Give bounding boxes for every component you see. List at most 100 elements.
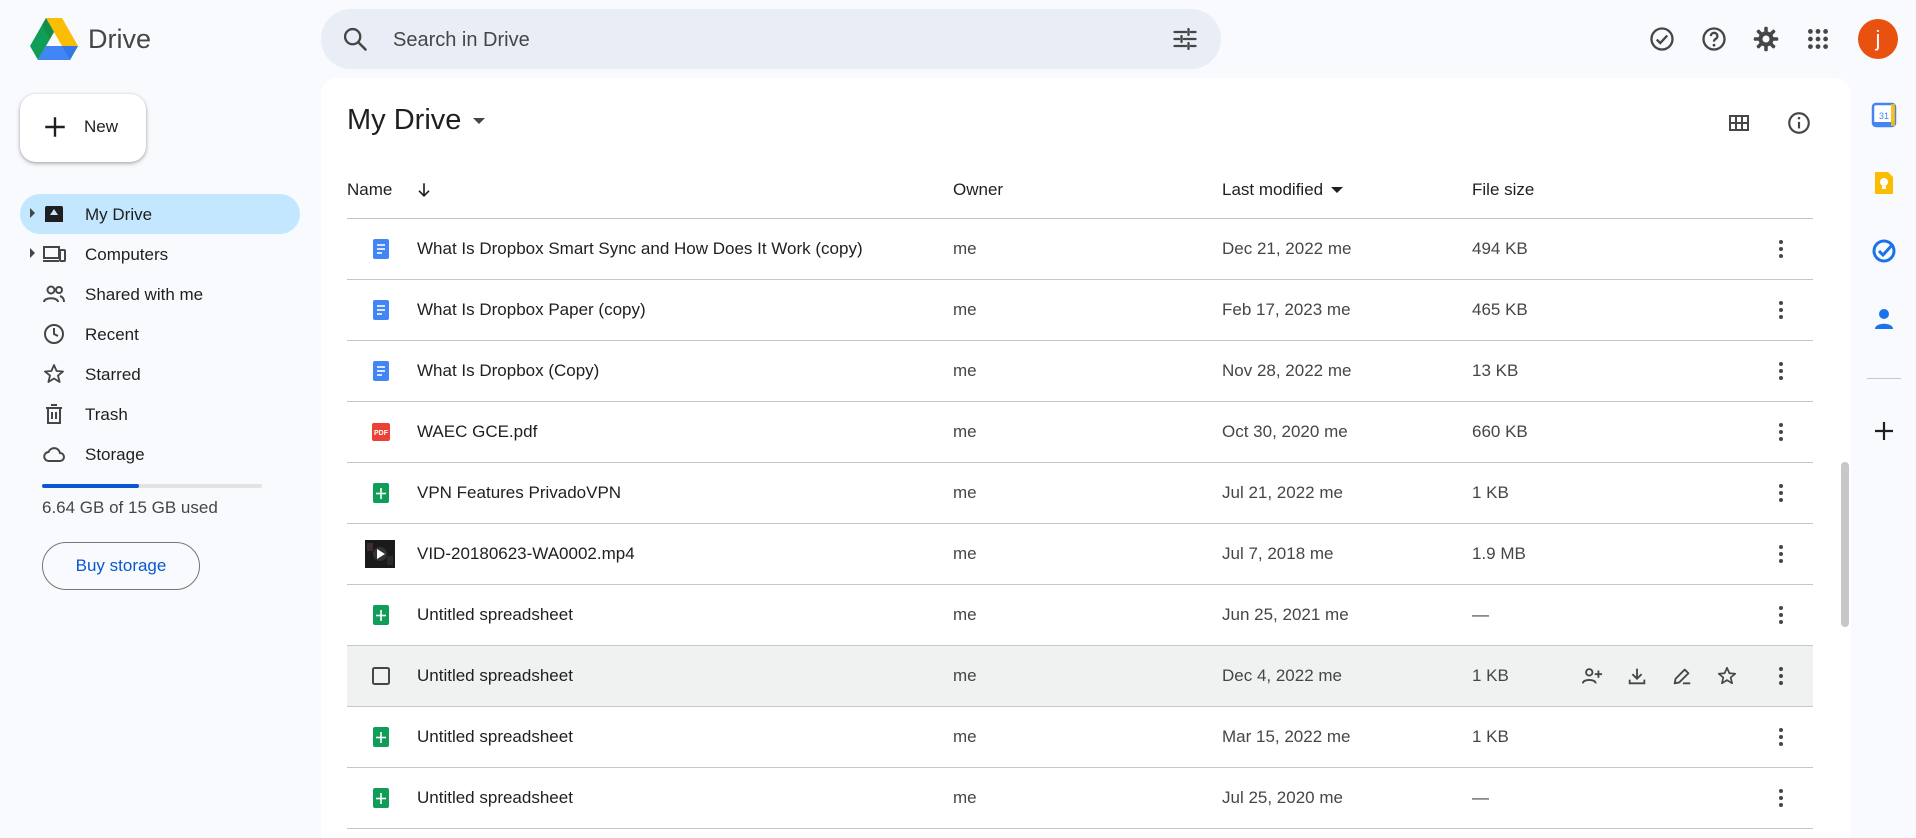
file-last-modified: Jul 7, 2018 me	[1222, 544, 1334, 563]
tasks-icon[interactable]	[1871, 238, 1897, 264]
sidebar-item-my-drive[interactable]: My Drive	[20, 194, 300, 234]
more-vert-icon[interactable]	[1769, 298, 1793, 322]
file-size: 1.9 MB	[1472, 544, 1526, 563]
share-button[interactable]	[1569, 664, 1614, 688]
drive-logo[interactable]: Drive	[30, 18, 151, 60]
offline-ready-button[interactable]	[1636, 14, 1688, 64]
table-row[interactable]: PDF WAEC GCE.pdf me Oct 30, 2020 me 660 KB	[347, 402, 1813, 463]
sidebar-item-starred[interactable]: Starred	[20, 354, 300, 394]
apps-grid-icon	[1808, 29, 1828, 49]
table-row[interactable]: Untitled spreadsheet me Mar 15, 2022 me 1 K…	[347, 707, 1813, 768]
google-docs-icon	[373, 300, 389, 320]
column-name[interactable]: Name	[347, 180, 434, 200]
download-button[interactable]	[1614, 664, 1659, 688]
main-panel: My Drive Name Owner Last modified File s…	[321, 78, 1851, 838]
file-owner: me	[953, 483, 977, 502]
add-to-starred-button[interactable]	[1704, 664, 1749, 688]
search-icon[interactable]	[341, 25, 369, 53]
svg-text:31: 31	[1879, 111, 1889, 121]
file-owner: me	[953, 422, 977, 441]
google-docs-icon	[373, 239, 389, 259]
plus-icon	[45, 117, 65, 137]
details-button[interactable]	[1769, 98, 1829, 148]
sidebar-item-trash[interactable]: Trash	[20, 394, 300, 434]
expand-caret-icon[interactable]	[30, 248, 35, 258]
rename-button[interactable]	[1659, 664, 1704, 688]
more-vert-icon[interactable]	[1769, 237, 1793, 261]
sidebar-item-shared-with-me[interactable]: Shared with me	[20, 274, 300, 314]
more-vert-icon[interactable]	[1769, 725, 1793, 749]
column-owner[interactable]: Owner	[953, 180, 1003, 200]
google-sheets-icon	[373, 483, 389, 503]
more-vert-icon[interactable]	[1769, 603, 1793, 627]
ready-for-offline-icon	[1650, 27, 1674, 51]
more-vert-icon[interactable]	[1769, 542, 1793, 566]
file-last-modified: Feb 17, 2023 me	[1222, 300, 1351, 319]
new-button-label: New	[84, 117, 119, 136]
new-button[interactable]: New	[20, 94, 146, 162]
add-addon-icon[interactable]	[1871, 418, 1897, 444]
sidebar-item-label: Starred	[85, 365, 141, 384]
calendar-icon[interactable]: 31	[1871, 102, 1897, 128]
file-owner: me	[953, 239, 977, 258]
table-row[interactable]: Untitled spreadsheet me Jul 25, 2020 me —	[347, 768, 1813, 829]
sidebar-item-recent[interactable]: Recent	[20, 314, 300, 354]
more-vert-icon[interactable]	[1769, 664, 1793, 688]
more-vert-icon[interactable]	[1769, 786, 1793, 810]
page-title[interactable]: My Drive	[347, 104, 486, 137]
sidebar-item-label: Recent	[85, 325, 139, 344]
buy-storage-button[interactable]: Buy storage	[42, 542, 200, 590]
table-row[interactable]: VID-20180623-WA0002.mp4 me Jul 7, 2018 me 1…	[347, 524, 1813, 585]
contacts-icon[interactable]	[1871, 306, 1897, 332]
rail-divider	[1867, 378, 1901, 379]
keep-icon[interactable]	[1871, 170, 1897, 196]
table-row[interactable]: Untitled spreadsheet me Jun 25, 2021 me —	[347, 585, 1813, 646]
edit-pencil-icon	[1673, 668, 1690, 685]
table-row[interactable]: What Is Dropbox (Copy) me Nov 28, 2022 me 1…	[347, 341, 1813, 402]
table-row[interactable]: VPN Features PrivadoVPN me Jul 21, 2022 me…	[347, 463, 1813, 524]
table-row[interactable]: Untitled spreadsheet me Dec 4, 2022 me 1 KB	[347, 646, 1813, 707]
arrow-down-icon[interactable]	[414, 180, 434, 200]
info-icon	[1788, 112, 1810, 134]
table-row[interactable]: What Is Dropbox Smart Sync and How Does …	[347, 219, 1813, 280]
view-controls	[1709, 98, 1829, 148]
star-outline-icon	[1717, 666, 1736, 685]
search-options-icon[interactable]	[1171, 25, 1199, 53]
file-size: 1 KB	[1472, 666, 1509, 685]
select-checkbox-icon[interactable]	[369, 664, 393, 688]
help-icon	[1702, 27, 1726, 51]
more-vert-icon[interactable]	[1769, 420, 1793, 444]
more-vert-icon[interactable]	[1769, 481, 1793, 505]
file-name: What Is Dropbox Smart Sync and How Does …	[417, 239, 863, 258]
account-avatar[interactable]: j	[1858, 19, 1898, 59]
file-owner: me	[953, 300, 977, 319]
more-vert-icon[interactable]	[1769, 359, 1793, 383]
search-input[interactable]	[391, 21, 1135, 59]
grid-layout-icon	[1729, 115, 1749, 131]
file-last-modified: Jul 25, 2020 me	[1222, 788, 1343, 807]
file-owner: me	[953, 727, 977, 746]
file-owner: me	[953, 666, 977, 685]
storage-progress-fill	[42, 484, 140, 488]
scrollbar-thumb[interactable]	[1841, 462, 1849, 627]
pdf-file-icon: PDF	[372, 423, 390, 441]
person-add-icon	[1581, 668, 1602, 684]
sidebar-item-computers[interactable]: Computers	[20, 234, 300, 274]
grid-layout-button[interactable]	[1709, 98, 1769, 148]
expand-caret-icon[interactable]	[30, 208, 35, 218]
sidebar-item-storage[interactable]: Storage	[20, 434, 300, 474]
google-sheets-icon	[373, 788, 389, 808]
file-size: —	[1472, 788, 1489, 807]
file-last-modified: Mar 15, 2022 me	[1222, 727, 1351, 746]
settings-button[interactable]	[1740, 14, 1792, 64]
column-last-modified[interactable]: Last modified	[1222, 180, 1344, 200]
column-file-size[interactable]: File size	[1472, 180, 1534, 200]
video-thumbnail-icon	[365, 540, 395, 568]
shared-icon	[43, 285, 65, 303]
table-row[interactable]: What Is Dropbox Paper (copy) me Feb 17, 20…	[347, 280, 1813, 341]
search-bar[interactable]	[321, 9, 1221, 69]
google-sheets-icon	[373, 605, 389, 625]
top-bar: Drive Search in Drive j	[0, 0, 1916, 78]
apps-button[interactable]	[1792, 14, 1844, 64]
help-button[interactable]	[1688, 14, 1740, 64]
